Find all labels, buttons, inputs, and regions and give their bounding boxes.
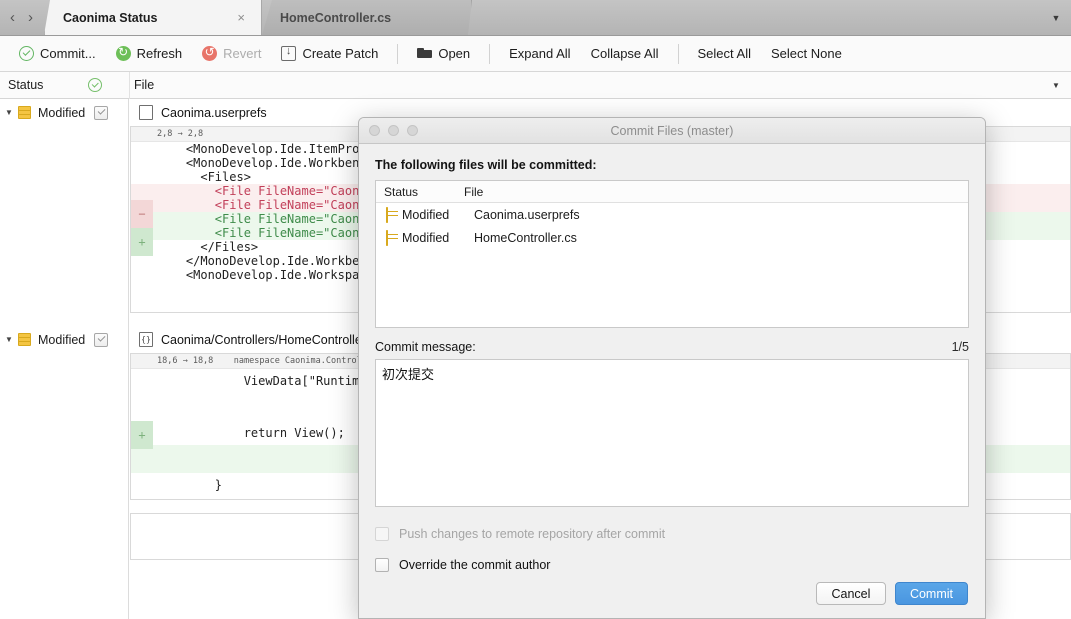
- status-label: Modified: [38, 332, 86, 347]
- column-divider: [129, 72, 130, 99]
- push-changes-checkbox-row[interactable]: Push changes to remote repository after …: [375, 527, 969, 541]
- tab-label: Caonima Status: [63, 10, 158, 25]
- select-none-button[interactable]: Select None: [761, 41, 852, 67]
- select-none-label: Select None: [771, 46, 842, 61]
- column-header-file[interactable]: File: [128, 78, 1041, 92]
- dialog-titlebar[interactable]: Commit Files (master): [359, 118, 985, 144]
- close-icon[interactable]: ×: [237, 10, 245, 25]
- dialog-file-row[interactable]: Modified HomeController.cs: [376, 226, 968, 249]
- commit-button[interactable]: Commit: [894, 582, 968, 605]
- column-menu-chevron-down-icon[interactable]: ▼: [1041, 81, 1071, 90]
- dialog-col-file: File: [464, 184, 484, 199]
- toolbar-divider: [489, 43, 491, 64]
- override-author-label: Override the commit author: [399, 558, 551, 572]
- revert-button-label: Revert: [223, 46, 262, 61]
- tab-bar-spacer: [472, 0, 1041, 35]
- commit-message-row: Commit message: 1/5: [375, 340, 969, 354]
- column-header: Status File ▼: [0, 72, 1071, 99]
- modified-swatch-icon: [18, 333, 31, 346]
- dialog-intro-text: The following files will be committed:: [375, 158, 597, 172]
- check-circle-icon: [88, 78, 102, 92]
- tab-bar: ‹ › Caonima Status × HomeController.cs ▼: [0, 0, 1071, 36]
- status-label: Modified: [38, 105, 86, 120]
- dialog-file-list-header: Status File: [376, 181, 968, 203]
- tab-homecontroller-cs[interactable]: HomeController.cs: [262, 0, 472, 35]
- override-author-checkbox[interactable]: [375, 558, 389, 572]
- revert-icon: [202, 45, 218, 61]
- gutter-minus-icon: −: [131, 200, 153, 228]
- expand-all-button[interactable]: Expand All: [499, 41, 580, 67]
- commit-icon: [19, 46, 34, 61]
- dialog-body: The following files will be committed: S…: [359, 144, 985, 572]
- patch-icon: [281, 45, 297, 61]
- commit-message-counter: 1/5: [951, 340, 969, 354]
- dialog-file-row[interactable]: Modified Caonima.userprefs: [376, 203, 968, 226]
- column-header-check[interactable]: [88, 78, 128, 92]
- gutter-plus-icon: +: [131, 421, 153, 449]
- row-checkbox[interactable]: [94, 332, 108, 347]
- modified-swatch-icon: [376, 229, 402, 246]
- toolbar-divider: [397, 43, 399, 64]
- dialog-file-name: HomeController.cs: [474, 230, 577, 245]
- push-changes-label: Push changes to remote repository after …: [399, 527, 666, 541]
- status-row-1[interactable]: ▼ Modified: [0, 326, 129, 353]
- nav-arrows: ‹ ›: [0, 0, 44, 35]
- create-patch-button-label: Create Patch: [302, 46, 379, 61]
- app-window: ‹ › Caonima Status × HomeController.cs ▼…: [0, 0, 1071, 619]
- tab-label: HomeController.cs: [280, 10, 392, 25]
- select-all-button[interactable]: Select All: [688, 41, 761, 67]
- dialog-title: Commit Files (master): [610, 123, 734, 138]
- dialog-file-list[interactable]: Status File Modified Caonima.userprefs M…: [375, 180, 969, 328]
- commit-dialog[interactable]: Commit Files (master) The following file…: [358, 117, 986, 619]
- commit-button[interactable]: Commit...: [9, 41, 106, 67]
- row-checkbox[interactable]: [94, 105, 108, 120]
- revert-button[interactable]: Revert: [192, 41, 271, 67]
- modified-swatch-icon: [18, 106, 31, 119]
- status-column: ▼ Modified ▼ Modified: [0, 99, 129, 619]
- column-header-status[interactable]: Status: [0, 78, 88, 92]
- status-row-0[interactable]: ▼ Modified: [0, 99, 129, 126]
- forward-arrow-icon[interactable]: ›: [28, 10, 33, 25]
- create-patch-button[interactable]: Create Patch: [271, 41, 388, 67]
- cancel-button[interactable]: Cancel: [815, 582, 886, 605]
- toolbar-divider: [677, 43, 679, 64]
- commit-message-input[interactable]: 初次提交: [375, 359, 969, 507]
- back-arrow-icon[interactable]: ‹: [10, 10, 15, 25]
- file-name: Caonima/Controllers/HomeControlle: [161, 332, 362, 347]
- push-changes-checkbox[interactable]: [375, 527, 389, 541]
- modified-swatch-icon: [376, 206, 402, 223]
- dialog-file-status: Modified: [402, 230, 450, 245]
- select-all-label: Select All: [697, 46, 751, 61]
- dialog-col-status: Status: [384, 184, 419, 199]
- refresh-icon: [115, 45, 131, 61]
- override-author-checkbox-row[interactable]: Override the commit author: [375, 558, 969, 572]
- chevron-down-icon[interactable]: ▼: [1041, 0, 1071, 35]
- disclosure-triangle-icon[interactable]: ▼: [0, 108, 18, 117]
- toolbar: Commit... Refresh Revert Create Patch Op…: [0, 36, 1071, 72]
- refresh-button-label: Refresh: [136, 46, 183, 61]
- commit-button-label: Commit...: [40, 46, 96, 61]
- file-name: Caonima.userprefs: [161, 105, 267, 120]
- open-button-label: Open: [438, 46, 471, 61]
- expand-all-label: Expand All: [509, 46, 571, 61]
- cs-file-icon: {}: [139, 332, 153, 347]
- tab-caonima-status[interactable]: Caonima Status ×: [44, 0, 262, 35]
- gutter-plus-icon: +: [131, 228, 153, 256]
- disclosure-triangle-icon[interactable]: ▼: [0, 335, 18, 344]
- refresh-button[interactable]: Refresh: [106, 41, 193, 67]
- commit-message-label: Commit message:: [375, 340, 476, 354]
- blank-file-icon: [139, 105, 153, 120]
- dialog-file-name: Caonima.userprefs: [474, 207, 580, 222]
- folder-icon: [417, 46, 433, 61]
- collapse-all-label: Collapse All: [590, 46, 659, 61]
- dialog-buttons: Cancel Commit: [815, 582, 968, 605]
- collapse-all-button[interactable]: Collapse All: [581, 41, 669, 67]
- dialog-file-status: Modified: [402, 207, 450, 222]
- open-button[interactable]: Open: [407, 41, 480, 67]
